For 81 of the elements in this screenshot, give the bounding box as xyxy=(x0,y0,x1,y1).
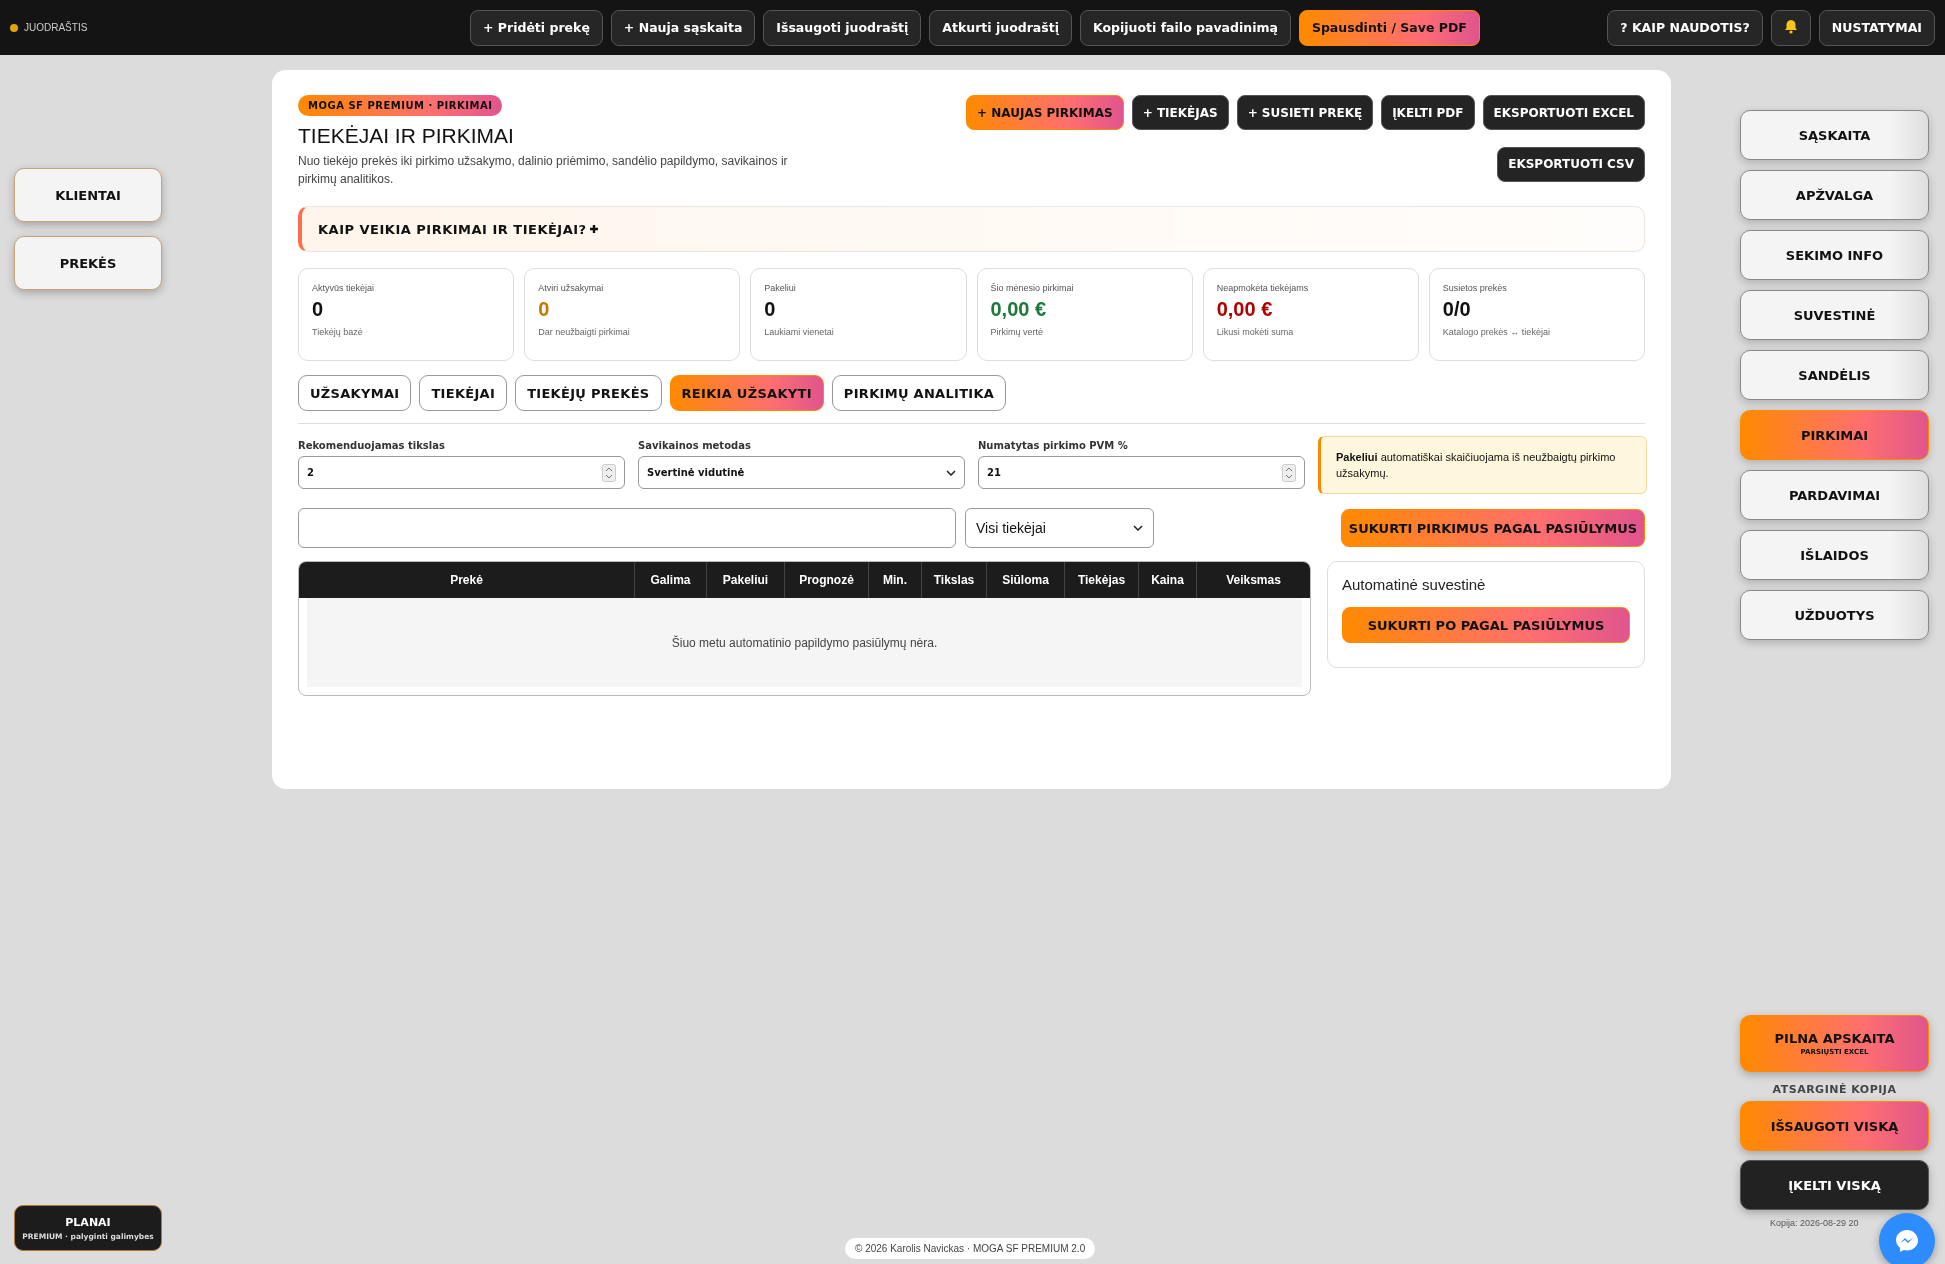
backup-label: ATSARGINĖ KOPIJA xyxy=(1772,1083,1897,1096)
stat-label: Šio mėnesio pirkimai xyxy=(990,283,1075,293)
bell-icon xyxy=(1783,18,1798,34)
tab[interactable]: REIKIA UŽSAKYTI xyxy=(669,375,824,411)
column-header: Prekė xyxy=(449,572,484,589)
search-field[interactable] xyxy=(298,508,956,548)
stat-value: 0 xyxy=(538,298,551,321)
stat-note: Pirkimų vertė xyxy=(990,327,1044,337)
panel-title: TIEKĖJAI IR PIRKIMAI xyxy=(298,124,515,148)
stat-label: Neapmokėta tiekėjams xyxy=(1216,283,1310,293)
chevron-down-icon xyxy=(1133,525,1143,531)
stat-note: Katalogo prekės ↔ tiekėjai xyxy=(1442,327,1551,337)
side-nav-button[interactable]: KLIENTAI xyxy=(14,168,162,222)
stat-value: 0,00 € xyxy=(990,298,1048,321)
action-button[interactable]: EKSPORTUOTI EXCEL xyxy=(1482,95,1645,130)
header-button[interactable]: ? KAIP NAUDOTIS? xyxy=(1607,9,1763,46)
select-field[interactable]: Svertinė vidutinė xyxy=(638,456,965,489)
panel-badge: MOGA SF PREMIUM · PIRKIMAI xyxy=(298,95,503,116)
help-accordion[interactable]: KAIP VEIKIA PIRKIMAI IR TIEKĖJAI? xyxy=(298,206,1645,252)
status-label: JUODRAŠTIS xyxy=(24,22,88,33)
create-purchases-button[interactable]: SUKURTI PIRKIMUS PAGAL PASIŪLYMUS xyxy=(1341,509,1645,547)
toolbar-button[interactable]: + Nauja sąskaita xyxy=(610,9,756,46)
footer-text: © 2026 Karolis Navickas · MOGA SF PREMIUM 2.0 xyxy=(845,1238,1096,1259)
action-button[interactable]: EKSPORTUOTI CSV xyxy=(1497,146,1645,182)
field-label: Savikainos metodas xyxy=(638,440,752,451)
empty-message: Šiuo metu automatinio papildymo pasiūlymų nėra. xyxy=(307,598,1302,687)
tab[interactable]: TIEKĖJAI xyxy=(419,375,508,411)
tab[interactable]: TIEKĖJŲ PREKĖS xyxy=(515,375,662,411)
toolbar-button[interactable]: + Pridėti prekę xyxy=(470,9,603,46)
number-field[interactable]: 2 xyxy=(298,456,625,489)
stat-note: Tiekėjų bazė xyxy=(312,327,364,337)
spinner-icon xyxy=(1282,463,1296,482)
info-note: Pakeliui automatiškai skaičiuojama iš neužbaigtų pirkimo užsakymų. xyxy=(1318,436,1647,494)
stat-value: 0,00 € xyxy=(1216,298,1274,321)
nav-button[interactable]: SANDĖLIS xyxy=(1740,350,1929,400)
stat-note: Likusi mokėti suma xyxy=(1216,327,1295,337)
toolbar-button[interactable]: Spausdinti / Save PDF xyxy=(1298,9,1480,46)
stat-note: Laukiami vienetai xyxy=(764,327,835,337)
action-button[interactable]: + NAUJAS PIRKIMAS xyxy=(966,95,1124,130)
chevron-down-icon xyxy=(946,469,956,476)
number-field[interactable]: 21 xyxy=(978,456,1305,489)
stat-label: Pakeliui xyxy=(764,283,797,293)
toolbar-button[interactable]: Kopijuoti failo pavadinimą xyxy=(1080,9,1291,46)
supplier-select[interactable]: Visi tiekėjai xyxy=(965,508,1154,548)
stat-value: 0 xyxy=(764,298,777,321)
nav-button[interactable]: UŽDUOTYS xyxy=(1740,590,1929,640)
toolbar-button[interactable]: Atkurti juodraštį xyxy=(929,9,1072,46)
stat-label: Atviri užsakymai xyxy=(538,283,605,293)
action-button[interactable]: + SUSIETI PREKĘ xyxy=(1236,95,1374,130)
nav-button[interactable]: SUVESTINĖ xyxy=(1740,290,1929,340)
spinner-icon xyxy=(602,463,616,482)
panel-description: Nuo tiekėjo prekės iki pirkimo užsakymo, dalinio priėmimo, sandėlio papildymo, savikainos ir pirkimų analitikos. xyxy=(298,153,789,188)
stat-label: Aktyvūs tiekėjai xyxy=(312,283,376,293)
action-button[interactable]: ĮKELTI PDF xyxy=(1381,95,1475,130)
field-label: Numatytas pirkimo PVM % xyxy=(978,440,1129,451)
create-po-button[interactable]: SUKURTI PO PAGAL PASIŪLYMUS xyxy=(1342,607,1630,643)
chat-button[interactable] xyxy=(1879,1213,1935,1264)
save-all-button[interactable]: IŠSAUGOTI VISKĄ xyxy=(1740,1101,1929,1151)
summary-title: Automatinė suvestinė xyxy=(1342,576,1487,593)
stat-note: Dar neužbaigti pirkimai xyxy=(538,327,631,337)
nav-button[interactable]: APŽVALGA xyxy=(1740,170,1929,220)
side-nav-button[interactable]: PREKĖS xyxy=(14,236,162,290)
action-button[interactable]: + TIEKĖJAS xyxy=(1131,95,1229,130)
nav-button[interactable]: SEKIMO INFO xyxy=(1740,230,1929,280)
backup-date: Kopija: 2026-08-29 20 xyxy=(1769,1218,1859,1228)
chat-bubble-icon xyxy=(1893,1227,1921,1255)
stat-label: Susietos prekės xyxy=(1442,283,1508,293)
header-button[interactable]: NUSTATYMAI xyxy=(1818,9,1935,46)
tab[interactable]: UŽSAKYMAI xyxy=(298,375,412,411)
nav-button[interactable]: IŠLAIDOS xyxy=(1740,530,1929,580)
plus-icon xyxy=(588,223,599,234)
nav-button[interactable]: SĄSKAITA xyxy=(1740,110,1929,160)
toolbar-button[interactable]: Išsaugoti juodraštį xyxy=(763,9,922,46)
stat-value: 0/0 xyxy=(1442,298,1472,321)
tab[interactable]: PIRKIMŲ ANALITIKA xyxy=(831,375,1007,411)
field-label: Rekomenduojamas tikslas xyxy=(298,440,446,451)
stat-value: 0 xyxy=(312,298,325,321)
nav-button[interactable]: PARDAVIMAI xyxy=(1740,470,1929,520)
nav-button[interactable]: PIRKIMAI xyxy=(1740,410,1929,460)
notifications-button[interactable] xyxy=(1770,9,1811,46)
load-all-button[interactable]: ĮKELTI VISKĄ xyxy=(1740,1160,1929,1210)
